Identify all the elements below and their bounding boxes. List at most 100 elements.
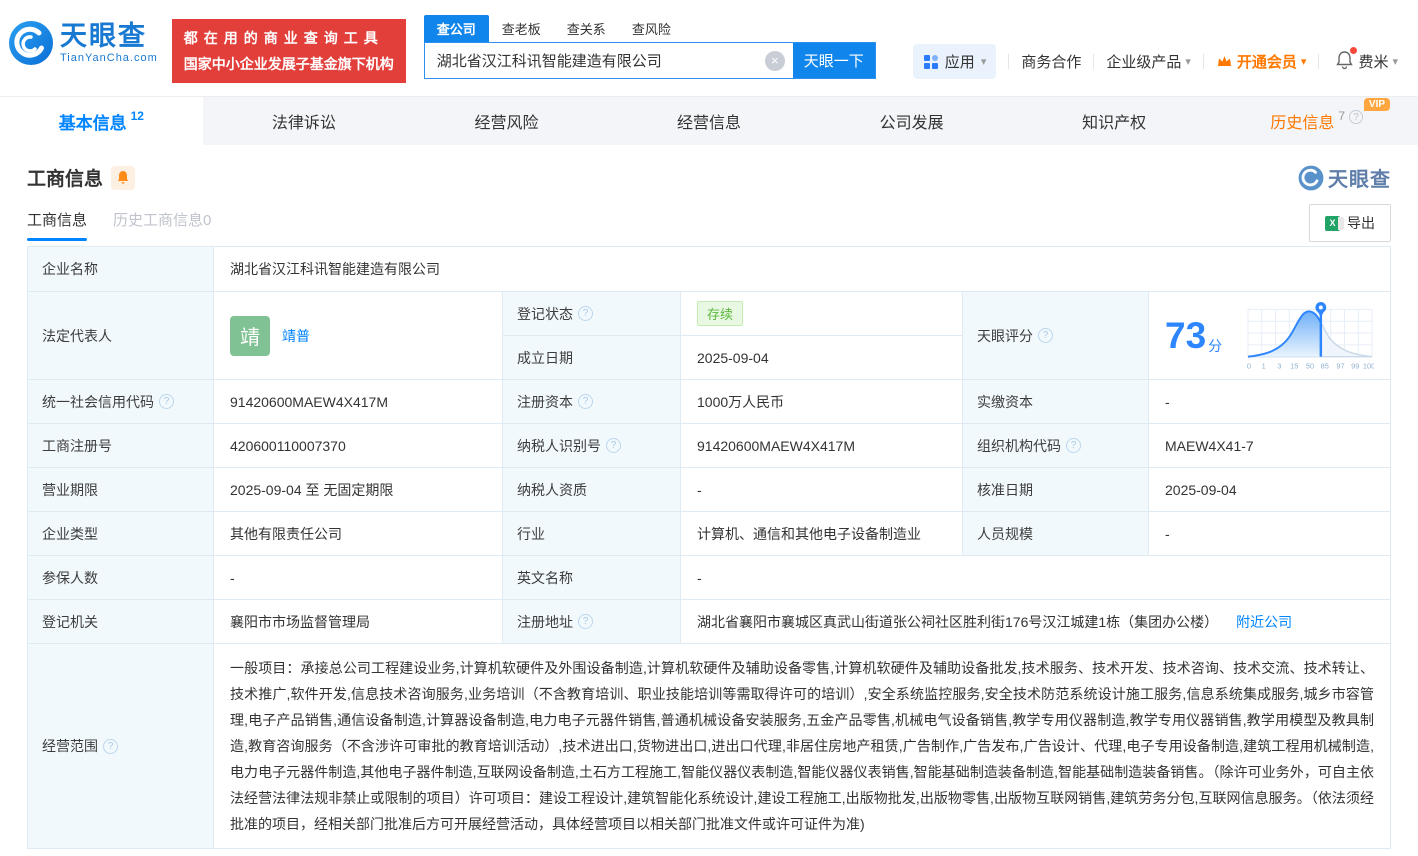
menu-divider bbox=[1203, 54, 1204, 69]
subtab-business-info[interactable]: 工商信息 bbox=[27, 209, 87, 241]
tianyancha-logo[interactable]: 天眼查 TianYanCha.com bbox=[8, 20, 158, 66]
table-row: 统一社会信用代码 91420600MAEW4X417M 注册资本 1000万人民… bbox=[28, 380, 1391, 424]
help-icon[interactable] bbox=[1349, 110, 1363, 124]
search-input[interactable] bbox=[425, 43, 765, 78]
axis-tick: 100 bbox=[1363, 361, 1374, 370]
field-value: MAEW4X41-7 bbox=[1165, 438, 1254, 454]
table-row: 经营范围 一般项目：承接总公司工程建设业务,计算机软硬件及外围设备制造,计算机软… bbox=[28, 644, 1391, 849]
tab-operating-risk[interactable]: 经营风险 bbox=[405, 97, 608, 145]
field-value: - bbox=[230, 570, 235, 586]
field-label: 注册资本 bbox=[517, 392, 573, 412]
search-tab-relation[interactable]: 查关系 bbox=[554, 15, 619, 42]
search-box: 天眼一下 bbox=[424, 42, 876, 79]
help-icon[interactable] bbox=[159, 394, 174, 409]
search-tab-company[interactable]: 查公司 bbox=[424, 15, 489, 42]
establish-date-value: 2025-09-04 bbox=[681, 336, 963, 380]
menu-divider bbox=[1008, 54, 1009, 69]
field-value: 其他有限责任公司 bbox=[230, 524, 342, 544]
legal-rep-link[interactable]: 靖普 bbox=[282, 326, 310, 346]
tab-legal-proceedings[interactable]: 法律诉讼 bbox=[203, 97, 406, 145]
menu-item-user[interactable]: 费米 bbox=[1358, 51, 1398, 72]
reg-capital-label-cell: 注册资本 bbox=[503, 380, 681, 424]
caret-down-icon bbox=[1301, 55, 1307, 68]
search-tab-boss[interactable]: 查老板 bbox=[489, 15, 554, 42]
field-label: 经营范围 bbox=[42, 736, 98, 756]
tab-basic-info[interactable]: 基本信息 12 bbox=[0, 97, 203, 145]
score-number: 73 bbox=[1165, 316, 1206, 356]
watermark-swirl-icon bbox=[1298, 165, 1324, 191]
top-header: 天眼查 TianYanCha.com 都在用的商业查询工具 国家中小企业发展子基… bbox=[0, 0, 1418, 96]
search-button[interactable]: 天眼一下 bbox=[793, 43, 875, 78]
reg-status-value: 存续 bbox=[681, 292, 963, 336]
legal-rep-avatar[interactable]: 靖 bbox=[230, 316, 270, 356]
nearby-companies-link[interactable]: 附近公司 bbox=[1236, 612, 1292, 632]
field-value: 91420600MAEW4X417M bbox=[230, 394, 388, 410]
field-label: 纳税人识别号 bbox=[517, 436, 601, 456]
monitor-bell-button[interactable] bbox=[111, 166, 135, 190]
tab-history-info[interactable]: VIP 历史信息 7 bbox=[1215, 97, 1418, 145]
org-code-value: MAEW4X41-7 bbox=[1149, 424, 1391, 468]
help-icon[interactable] bbox=[578, 306, 593, 321]
help-icon[interactable] bbox=[1066, 438, 1081, 453]
axis-tick: 0 bbox=[1247, 361, 1251, 370]
reg-number-value: 420600110007370 bbox=[214, 424, 503, 468]
help-icon[interactable] bbox=[1038, 328, 1053, 343]
tab-company-development[interactable]: 公司发展 bbox=[810, 97, 1013, 145]
enterprise-label: 企业级产品 bbox=[1106, 51, 1181, 72]
logo-domain: TianYanCha.com bbox=[60, 52, 158, 64]
help-icon[interactable] bbox=[103, 739, 118, 754]
credit-code-value: 91420600MAEW4X417M bbox=[214, 380, 503, 424]
axis-tick: 50 bbox=[1306, 361, 1314, 370]
apps-label: 应用 bbox=[945, 51, 975, 72]
staff-size-label-cell: 人员规模 bbox=[963, 512, 1149, 556]
english-name-value: - bbox=[681, 556, 1391, 600]
field-label: 登记状态 bbox=[517, 304, 573, 324]
export-button[interactable]: 导出 bbox=[1309, 204, 1391, 242]
field-label: 企业名称 bbox=[42, 259, 98, 279]
section-head: 工商信息 天眼查 bbox=[0, 145, 1418, 192]
notification-dot bbox=[1350, 47, 1357, 54]
staff-size-value: - bbox=[1149, 512, 1391, 556]
export-label: 导出 bbox=[1347, 213, 1375, 233]
industry-value: 计算机、通信和其他电子设备制造业 bbox=[681, 512, 963, 556]
axis-tick: 99 bbox=[1351, 361, 1359, 370]
company-name-label-cell: 企业名称 bbox=[28, 247, 214, 292]
menu-item-cooperation[interactable]: 商务合作 bbox=[1021, 51, 1081, 72]
notification-bell-button[interactable] bbox=[1335, 50, 1354, 74]
tab-operating-info[interactable]: 经营信息 bbox=[608, 97, 811, 145]
company-type-label-cell: 企业类型 bbox=[28, 512, 214, 556]
field-label: 登记机关 bbox=[42, 612, 98, 632]
menu-item-enterprise[interactable]: 企业级产品 bbox=[1106, 51, 1191, 72]
field-value: - bbox=[1165, 394, 1170, 410]
tab-label: 公司发展 bbox=[880, 109, 944, 133]
org-code-label-cell: 组织机构代码 bbox=[963, 424, 1149, 468]
table-row: 登记机关 襄阳市市场监督管理局 注册地址 湖北省襄阳市襄城区真武山街道张公祠社区… bbox=[28, 600, 1391, 644]
tab-intellectual-property[interactable]: 知识产权 bbox=[1013, 97, 1216, 145]
bell-icon bbox=[116, 170, 130, 185]
field-value: - bbox=[697, 570, 702, 586]
subtab-history-business-info[interactable]: 历史工商信息0 bbox=[113, 209, 211, 241]
field-label: 法定代表人 bbox=[42, 326, 112, 346]
reg-authority-value: 襄阳市市场监督管理局 bbox=[214, 600, 503, 644]
clear-search-icon[interactable] bbox=[765, 51, 785, 71]
table-row: 法定代表人 靖 靖普 登记状态 存续 天眼评分 73 分 bbox=[28, 292, 1391, 380]
subtab-row: 工商信息 历史工商信息0 导出 bbox=[0, 192, 1418, 246]
table-row: 企业名称 湖北省汉江科讯智能建造有限公司 bbox=[28, 247, 1391, 292]
paid-capital-value: - bbox=[1149, 380, 1391, 424]
menu-item-vip[interactable]: 开通会员 bbox=[1216, 51, 1307, 72]
help-icon[interactable] bbox=[578, 614, 593, 629]
caret-down-icon bbox=[1392, 55, 1398, 68]
establish-date-label-cell: 成立日期 bbox=[503, 336, 681, 380]
help-icon[interactable] bbox=[578, 394, 593, 409]
top-menu: 应用 商务合作 企业级产品 开通会员 费米 bbox=[913, 44, 1398, 79]
field-value: 计算机、通信和其他电子设备制造业 bbox=[697, 524, 921, 544]
business-scope-value: 一般项目：承接总公司工程建设业务,计算机软硬件及外围设备制造,计算机软硬件及辅助… bbox=[214, 644, 1391, 849]
industry-label-cell: 行业 bbox=[503, 512, 681, 556]
help-icon[interactable] bbox=[606, 438, 621, 453]
reg-address-value: 湖北省襄阳市襄城区真武山街道张公祠社区胜利街176号汉江城建1栋（集团办公楼） … bbox=[681, 600, 1391, 644]
search-tab-risk[interactable]: 查风险 bbox=[619, 15, 684, 42]
reg-number-label-cell: 工商注册号 bbox=[28, 424, 214, 468]
legal-rep-label-cell: 法定代表人 bbox=[28, 292, 214, 380]
field-label: 营业期限 bbox=[42, 480, 98, 500]
apps-menu-button[interactable]: 应用 bbox=[913, 44, 997, 79]
